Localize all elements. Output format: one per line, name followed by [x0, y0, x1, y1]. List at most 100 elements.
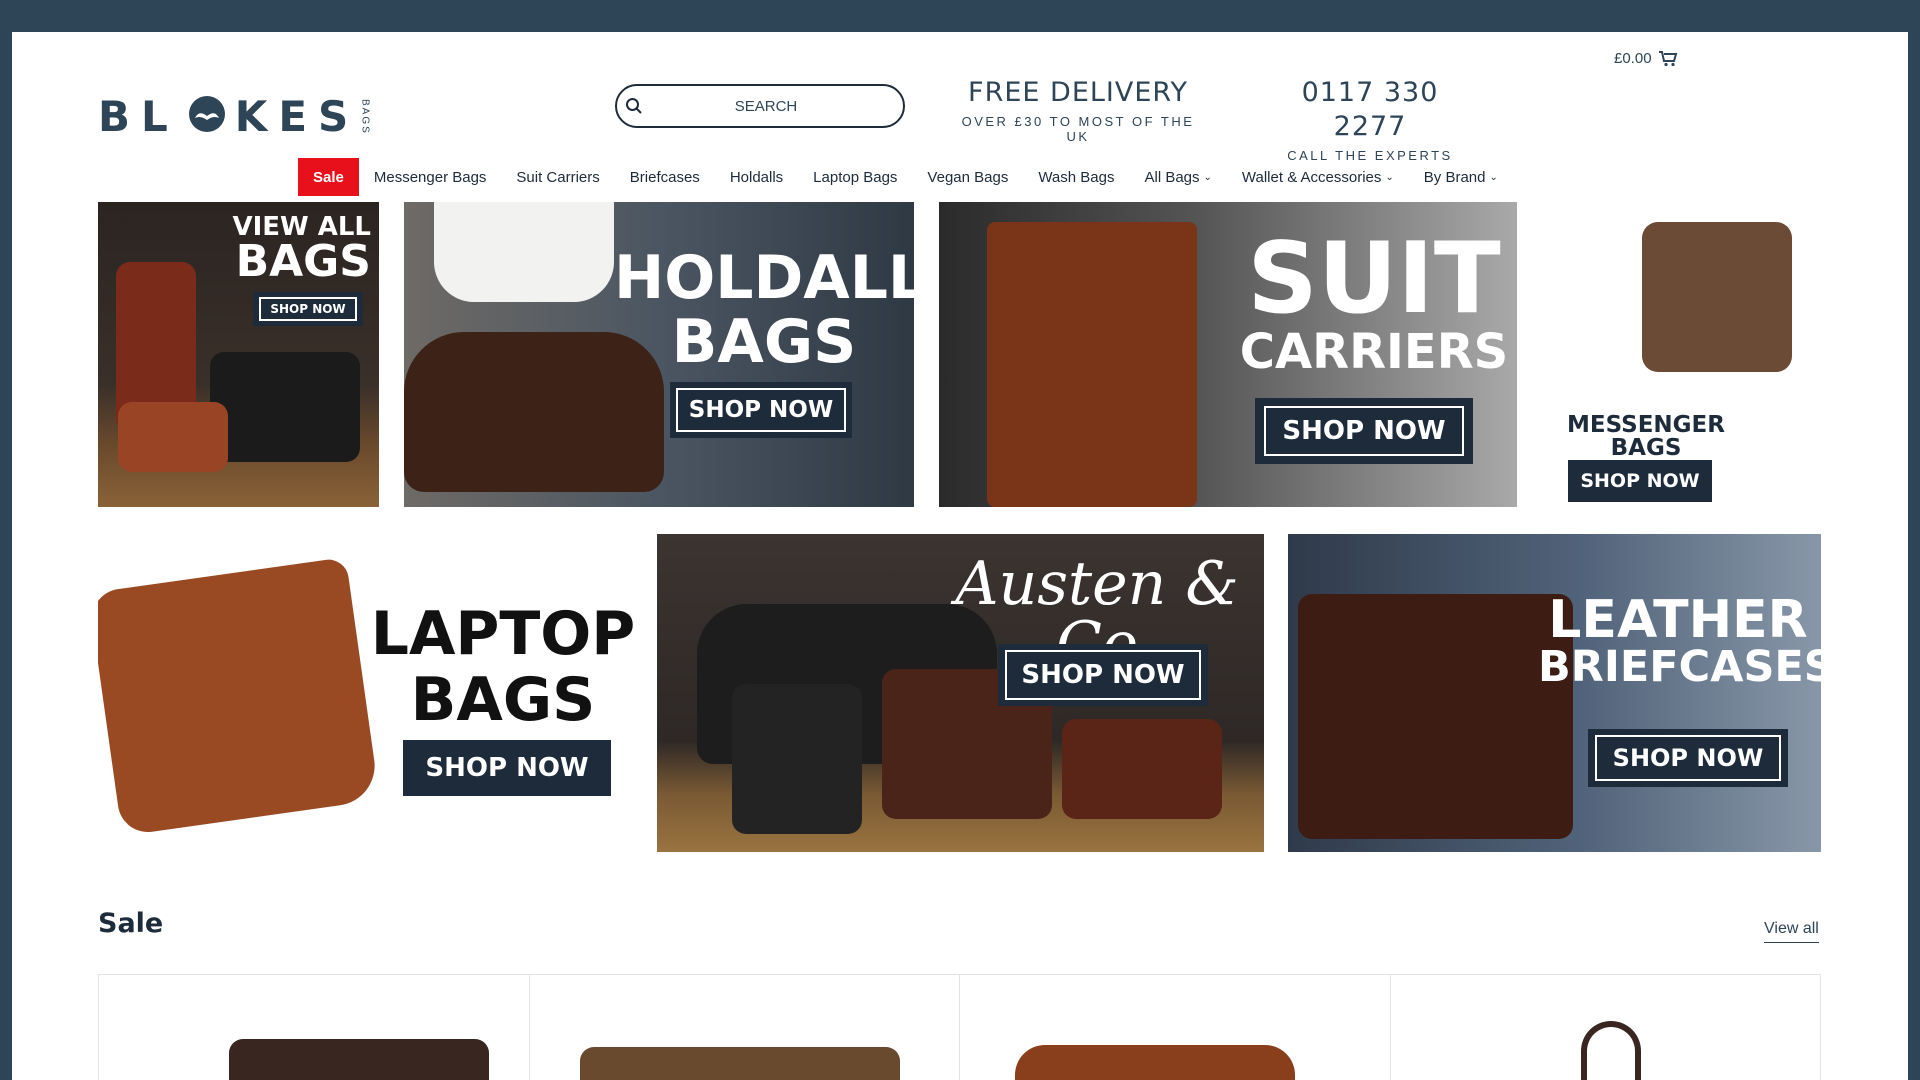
cart-icon: [1658, 51, 1677, 67]
shop-now-button[interactable]: SHOP NOW: [403, 740, 611, 796]
banner-line: MESSENGER: [1567, 412, 1725, 438]
nav-item-sale[interactable]: Sale: [298, 158, 359, 196]
phone-promo[interactable]: 0117 330 2277 CALL THE EXPERTS: [1270, 76, 1470, 163]
view-all-link[interactable]: View all: [1764, 920, 1819, 943]
product-image: [1015, 1045, 1295, 1080]
nav-label: Wash Bags: [1038, 168, 1115, 186]
banner-messenger-bags[interactable]: MESSENGER BAGS SHOP NOW: [1542, 202, 1838, 507]
person-shirt-image: [434, 202, 614, 302]
banner-line: BAGS: [235, 236, 371, 287]
product-card[interactable]: [99, 975, 530, 1080]
suit-carrier-image: [987, 222, 1197, 507]
product-image: [1580, 1021, 1641, 1080]
small-satchel-image: [1062, 719, 1222, 819]
banner-title: MESSENGER BAGS: [1566, 414, 1726, 460]
banner-title: HOLDALL BAGS: [614, 248, 914, 372]
banner-line: HOLDALL: [614, 243, 914, 313]
shop-now-button[interactable]: SHOP NOW: [253, 292, 363, 326]
search-box[interactable]: [615, 84, 905, 128]
nav-item-suit-carriers[interactable]: Suit Carriers: [501, 158, 614, 196]
satchel-image: [732, 684, 862, 834]
nav-label: By Brand: [1423, 168, 1486, 186]
banner-line: BAGS: [671, 307, 857, 377]
nav-item-by-brand[interactable]: By Brand ⌄: [1409, 158, 1513, 196]
banner-title: LAPTOP BAGS: [368, 604, 633, 730]
laptop-bag-image: [98, 557, 380, 836]
banner-title: VIEW ALL BAGS: [232, 214, 371, 284]
chevron-down-icon: ⌄: [1203, 171, 1212, 183]
messenger-bag-image: [1642, 222, 1792, 372]
banner-austen-co[interactable]: Austen & Co SHOP NOW: [657, 534, 1264, 852]
nav-item-all-bags[interactable]: All Bags ⌄: [1129, 158, 1226, 196]
logo-word-left: BL: [98, 92, 179, 141]
cart-link[interactable]: £0.00: [1614, 50, 1678, 67]
banner-title: SUIT CARRIERS: [1239, 230, 1509, 376]
search-input[interactable]: [651, 97, 881, 115]
banner-line: LAPTOP: [370, 599, 633, 669]
logo-subtitle: BAGS: [359, 98, 371, 135]
shop-now-button[interactable]: SHOP NOW: [1568, 460, 1712, 502]
page: £0.00 BL KES BAGS FREE DELIVERY OVER £30…: [12, 32, 1908, 1080]
shop-now-label: SHOP NOW: [1580, 470, 1700, 492]
chevron-down-icon: ⌄: [1489, 171, 1498, 183]
banner-line: BRIEFCASES: [1538, 642, 1821, 692]
shop-now-label: SHOP NOW: [425, 753, 589, 783]
banner-laptop-bags[interactable]: LAPTOP BAGS SHOP NOW: [98, 534, 633, 852]
washbag-image: [118, 402, 228, 472]
banner-view-all-bags[interactable]: VIEW ALL BAGS SHOP NOW: [98, 202, 379, 507]
product-card[interactable]: [530, 975, 960, 1080]
product-grid: [98, 974, 1821, 1080]
product-card[interactable]: [960, 975, 1391, 1080]
shop-now-label: SHOP NOW: [676, 388, 846, 432]
delivery-subtitle: OVER £30 TO MOST OF THE UK: [961, 114, 1195, 144]
nav-label: Vegan Bags: [927, 168, 1009, 186]
banner-leather-briefcases[interactable]: LEATHER BRIEFCASES SHOP NOW: [1288, 534, 1821, 852]
product-image: [229, 1039, 489, 1080]
banner-line: BAGS: [1610, 435, 1682, 461]
nav-item-laptop-bags[interactable]: Laptop Bags: [798, 158, 912, 196]
shop-now-button[interactable]: SHOP NOW: [1255, 398, 1473, 464]
nav-item-messenger-bags[interactable]: Messenger Bags: [359, 158, 502, 196]
nav-item-wash-bags[interactable]: Wash Bags: [1023, 158, 1129, 196]
site-logo[interactable]: BL KES BAGS: [98, 92, 370, 141]
sale-section-title: Sale: [98, 908, 164, 939]
chevron-down-icon: ⌄: [1385, 171, 1394, 183]
shop-now-label: SHOP NOW: [259, 297, 357, 321]
banner-title: LEATHER BRIEFCASES: [1538, 590, 1821, 692]
shop-now-label: SHOP NOW: [1595, 735, 1781, 781]
delivery-title: FREE DELIVERY: [968, 77, 1188, 108]
product-card[interactable]: [1391, 975, 1821, 1080]
search-icon: [626, 98, 642, 114]
cart-total: £0.00: [1614, 50, 1652, 67]
shop-now-button[interactable]: SHOP NOW: [998, 644, 1208, 706]
banner-holdall-bags[interactable]: HOLDALL BAGS SHOP NOW: [404, 202, 914, 507]
nav-label: Laptop Bags: [813, 168, 898, 186]
main-nav: Sale Messenger Bags Suit Carriers Briefc…: [298, 158, 1513, 196]
shop-now-label: SHOP NOW: [1264, 406, 1464, 456]
product-image: [579, 1047, 900, 1080]
satchel-image: [210, 352, 360, 462]
logo-word-right: KES: [234, 92, 360, 141]
nav-label: Holdalls: [729, 168, 784, 186]
shop-now-button[interactable]: SHOP NOW: [670, 382, 852, 438]
shop-now-button[interactable]: SHOP NOW: [1588, 729, 1788, 787]
nav-label: All Bags: [1144, 168, 1200, 186]
shop-now-label: SHOP NOW: [1005, 650, 1201, 700]
free-delivery-promo: FREE DELIVERY OVER £30 TO MOST OF THE UK: [958, 76, 1198, 144]
nav-item-wallet-accessories[interactable]: Wallet & Accessories ⌄: [1227, 158, 1409, 196]
banner-line: CARRIERS: [1239, 324, 1509, 380]
nav-label: Suit Carriers: [516, 168, 600, 186]
nav-item-vegan-bags[interactable]: Vegan Bags: [912, 158, 1023, 196]
nav-item-briefcases[interactable]: Briefcases: [615, 158, 715, 196]
banner-suit-carriers[interactable]: SUIT CARRIERS SHOP NOW: [939, 202, 1517, 507]
moustache-icon: [187, 94, 227, 139]
nav-label: Briefcases: [629, 168, 700, 186]
nav-label: Sale: [313, 168, 344, 186]
nav-item-holdalls[interactable]: Holdalls: [715, 158, 798, 196]
phone-number[interactable]: 0117 330 2277: [1270, 76, 1470, 144]
briefcase-image: [1298, 594, 1573, 839]
banner-line: BAGS: [410, 665, 596, 735]
nav-label: Messenger Bags: [373, 168, 487, 186]
banner-line: SUIT: [1247, 222, 1501, 336]
banner-line: LEATHER: [1548, 590, 1808, 650]
